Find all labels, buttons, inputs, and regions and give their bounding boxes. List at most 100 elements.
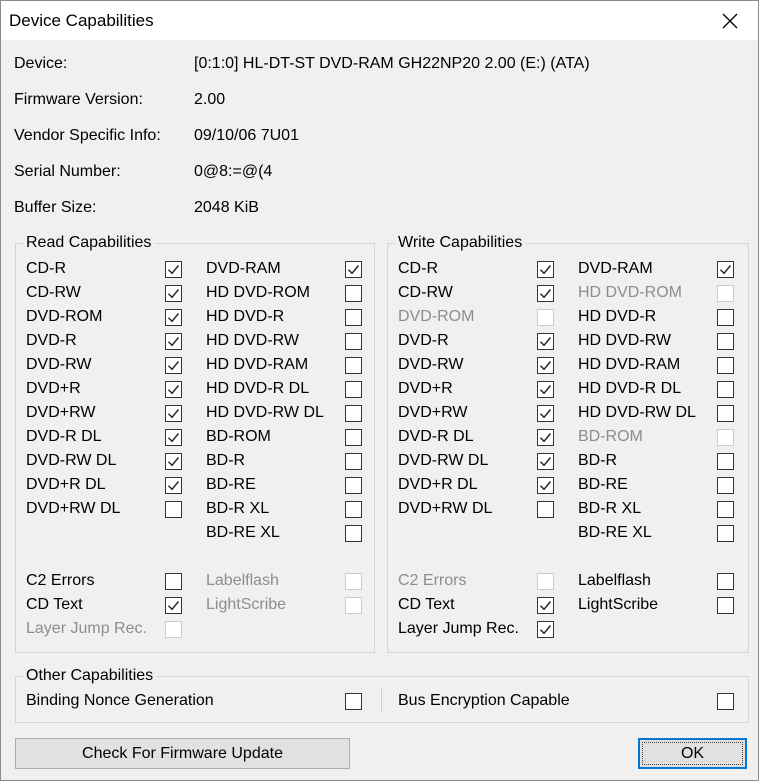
write-hd-dvd-ram-checkbox[interactable]	[717, 357, 734, 374]
write-layer-jump-rec-label: Layer Jump Rec.	[398, 620, 519, 637]
close-icon	[722, 13, 738, 28]
write-hd-dvd-rom-checkbox	[717, 285, 734, 302]
write-cd-rw-checkbox[interactable]	[537, 285, 554, 302]
write-hd-dvd-rw-label: HD DVD-RW	[578, 332, 672, 349]
checkmark-icon	[168, 601, 180, 611]
checkmark-icon	[168, 385, 180, 395]
read-dvd-rw-dl-checkbox[interactable]	[165, 501, 182, 518]
read-hd-dvd-ram-checkbox[interactable]	[345, 357, 362, 374]
read-hd-dvd-rw-checkbox[interactable]	[345, 333, 362, 350]
read-bd-r-xl-checkbox[interactable]	[345, 501, 362, 518]
write-bd-re-xl-checkbox[interactable]	[717, 525, 734, 542]
write-dvd-rw-checkbox[interactable]	[537, 357, 554, 374]
read-hd-dvd-r-label: HD DVD-R	[206, 308, 285, 325]
read-cd-text-checkbox[interactable]	[165, 597, 182, 614]
read-hd-dvd-rom-label: HD DVD-ROM	[206, 284, 310, 301]
buffer-size-label: Buffer Size:	[14, 199, 97, 216]
write-dvd-ram-checkbox[interactable]	[717, 261, 734, 278]
read-dvd-r-checkbox[interactable]	[165, 333, 182, 350]
write-labelflash-checkbox[interactable]	[717, 573, 734, 590]
read-c2-errors-label: C2 Errors	[26, 572, 95, 589]
read-dvd-rom-checkbox[interactable]	[165, 309, 182, 326]
read-cd-rw-checkbox[interactable]	[165, 285, 182, 302]
write-dvd-r-label: DVD+R	[398, 380, 453, 397]
read-dvd-ram-checkbox[interactable]	[345, 261, 362, 278]
read-dvd-r-checkbox[interactable]	[165, 381, 182, 398]
checkmark-icon	[168, 265, 180, 275]
read-bd-r-checkbox[interactable]	[345, 453, 362, 470]
other-capabilities-title: Other Capabilities	[23, 667, 157, 685]
write-lightscribe-checkbox[interactable]	[717, 597, 734, 614]
read-bd-r-label: BD-R	[206, 452, 246, 469]
write-cd-r-checkbox[interactable]	[537, 261, 554, 278]
write-dvd-rw-label: DVD+RW	[398, 404, 468, 421]
close-button[interactable]	[702, 1, 758, 40]
write-bd-r-label: BD-R	[578, 452, 618, 469]
read-hd-dvd-rom-checkbox[interactable]	[345, 285, 362, 302]
serial-number-value: 0@8:=@(4	[194, 163, 273, 180]
write-hd-dvd-r-checkbox[interactable]	[717, 309, 734, 326]
checkmark-icon	[540, 361, 552, 371]
read-hd-dvd-r-checkbox[interactable]	[345, 309, 362, 326]
write-dvd-r-dl-label: DVD+R DL	[398, 476, 478, 493]
check-firmware-update-button[interactable]: Check For Firmware Update	[15, 738, 350, 769]
read-dvd-rw-dl-checkbox[interactable]	[165, 453, 182, 470]
other-capabilities-divider	[381, 687, 382, 713]
read-cd-r-checkbox[interactable]	[165, 261, 182, 278]
write-dvd-rw-dl-checkbox[interactable]	[537, 501, 554, 518]
read-dvd-r-label: DVD-R	[26, 332, 77, 349]
checkmark-icon	[168, 361, 180, 371]
write-hd-dvd-rw-checkbox[interactable]	[717, 333, 734, 350]
read-hd-dvd-rw-dl-checkbox[interactable]	[345, 405, 362, 422]
checkmark-icon	[540, 457, 552, 467]
other-bus-encryption-capable-checkbox[interactable]	[717, 693, 734, 710]
ok-button[interactable]: OK	[638, 738, 747, 769]
read-dvd-rom-label: DVD-ROM	[26, 308, 103, 325]
read-dvd-r-dl-label: DVD+R DL	[26, 476, 106, 493]
write-hd-dvd-rw-dl-label: HD DVD-RW DL	[578, 404, 696, 421]
read-labelflash-checkbox	[345, 573, 362, 590]
read-dvd-r-dl-checkbox[interactable]	[165, 477, 182, 494]
device-label: Device:	[14, 55, 68, 72]
read-dvd-rw-checkbox[interactable]	[165, 357, 182, 374]
other-binding-nonce-generation-checkbox[interactable]	[345, 693, 362, 710]
checkmark-icon	[168, 313, 180, 323]
read-cd-rw-label: CD-RW	[26, 284, 81, 301]
read-dvd-rw-checkbox[interactable]	[165, 405, 182, 422]
read-cd-text-label: CD Text	[26, 596, 83, 613]
write-dvd-r-dl-label: DVD-R DL	[398, 428, 474, 445]
read-bd-r-xl-label: BD-R XL	[206, 500, 270, 517]
checkmark-icon	[540, 409, 552, 419]
vendor-info-value: 09/10/06 7U01	[194, 127, 299, 144]
write-labelflash-label: Labelflash	[578, 572, 651, 589]
write-hd-dvd-r-dl-checkbox[interactable]	[717, 381, 734, 398]
vendor-info-label: Vendor Specific Info:	[14, 127, 161, 144]
write-bd-rom-checkbox	[717, 429, 734, 446]
checkmark-icon	[540, 601, 552, 611]
read-hd-dvd-r-dl-checkbox[interactable]	[345, 381, 362, 398]
write-bd-r-xl-checkbox[interactable]	[717, 501, 734, 518]
write-capabilities-group	[387, 243, 749, 653]
read-c2-errors-checkbox[interactable]	[165, 573, 182, 590]
write-dvd-r-dl-checkbox[interactable]	[537, 477, 554, 494]
read-dvd-rw-label: DVD+RW	[26, 404, 96, 421]
write-cd-text-checkbox[interactable]	[537, 597, 554, 614]
write-dvd-r-checkbox[interactable]	[537, 333, 554, 350]
read-bd-re-xl-checkbox[interactable]	[345, 525, 362, 542]
write-dvd-rw-checkbox[interactable]	[537, 405, 554, 422]
write-c2-errors-label: C2 Errors	[398, 572, 467, 589]
write-dvd-r-dl-checkbox[interactable]	[537, 429, 554, 446]
write-bd-re-xl-label: BD-RE XL	[578, 524, 652, 541]
read-bd-rom-label: BD-ROM	[206, 428, 271, 445]
write-bd-re-checkbox[interactable]	[717, 477, 734, 494]
write-layer-jump-rec-checkbox[interactable]	[537, 621, 554, 638]
read-bd-re-checkbox[interactable]	[345, 477, 362, 494]
read-dvd-r-dl-checkbox[interactable]	[165, 429, 182, 446]
write-dvd-r-checkbox[interactable]	[537, 381, 554, 398]
write-dvd-rw-dl-checkbox[interactable]	[537, 453, 554, 470]
write-bd-r-checkbox[interactable]	[717, 453, 734, 470]
read-dvd-r-label: DVD+R	[26, 380, 81, 397]
read-bd-rom-checkbox[interactable]	[345, 429, 362, 446]
write-hd-dvd-rw-dl-checkbox[interactable]	[717, 405, 734, 422]
checkmark-icon	[168, 457, 180, 467]
